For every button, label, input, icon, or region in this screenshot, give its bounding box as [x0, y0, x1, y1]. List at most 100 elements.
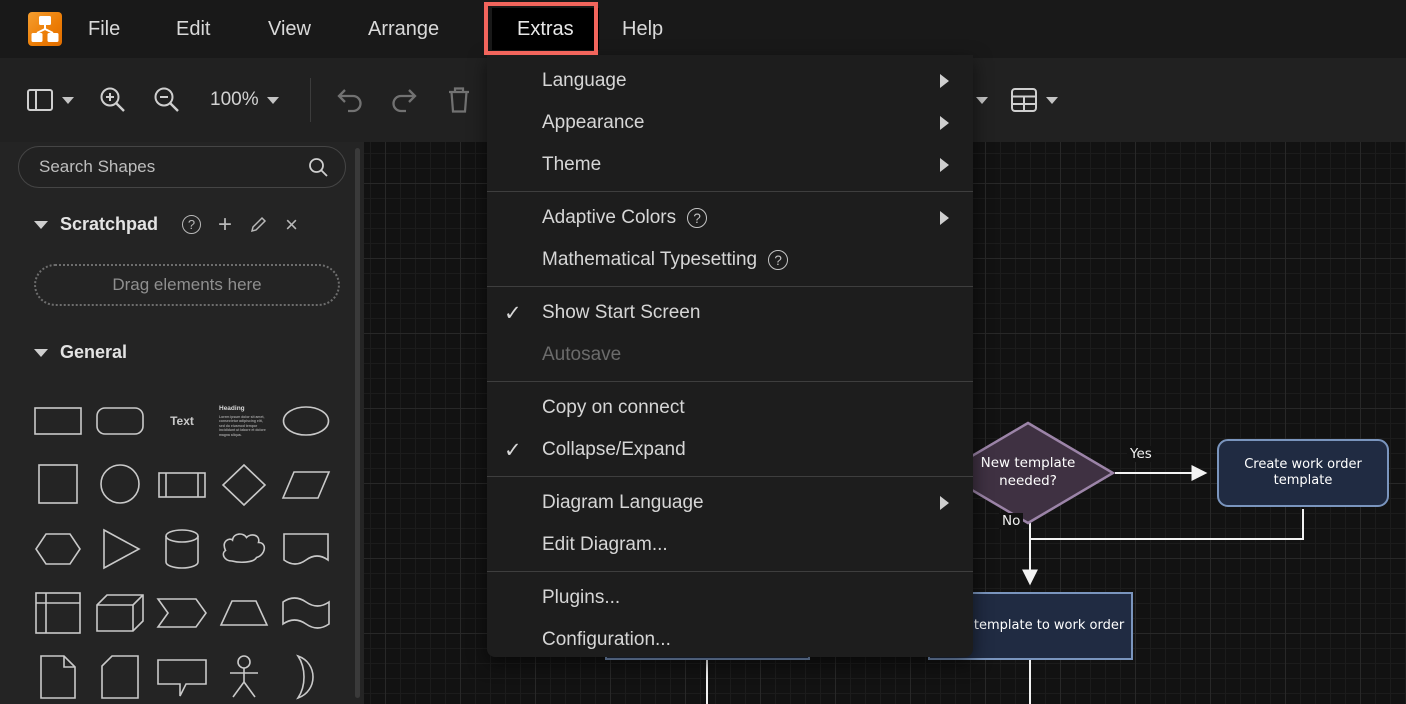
chevron-down-icon: [62, 97, 74, 104]
table-icon: [1010, 87, 1038, 113]
shape-document[interactable]: [275, 517, 337, 581]
sidebar-scrollbar[interactable]: [355, 148, 360, 698]
table-button[interactable]: [1010, 58, 1058, 142]
shape-trapezoid[interactable]: [213, 581, 275, 645]
help-icon: [768, 250, 788, 270]
submenu-arrow-icon: [940, 158, 949, 172]
shape-cylinder[interactable]: [151, 517, 213, 581]
menu-item-language[interactable]: Language: [487, 60, 973, 102]
drawio-logo[interactable]: [28, 12, 62, 46]
scratchpad-drop-area[interactable]: Drag elements here: [34, 264, 340, 306]
flowchart-node-create-work-order-template[interactable]: Create work order template: [1217, 439, 1389, 507]
edge-label-no: No: [999, 513, 1023, 529]
zoom-in-button[interactable]: [98, 58, 128, 142]
menu-extras[interactable]: Extras: [492, 8, 599, 50]
zoom-out-button[interactable]: [152, 58, 182, 142]
menu-item-edit-diagram[interactable]: Edit Diagram...: [487, 524, 973, 566]
shape-or[interactable]: [275, 645, 337, 704]
shape-note[interactable]: [27, 645, 89, 704]
shape-rounded-rectangle[interactable]: [89, 389, 151, 453]
shape-square[interactable]: [27, 453, 89, 517]
search-shapes-box: [18, 146, 346, 188]
shape-card[interactable]: [89, 645, 151, 704]
shape-ellipse[interactable]: [275, 389, 337, 453]
shape-cube[interactable]: [89, 581, 151, 645]
checkmark-icon: [504, 292, 522, 334]
menu-arrange[interactable]: Arrange: [368, 0, 439, 58]
zoom-in-icon: [98, 85, 128, 115]
collapse-caret-icon[interactable]: [34, 349, 48, 357]
shape-callout[interactable]: [151, 645, 213, 704]
shape-cloud[interactable]: [213, 517, 275, 581]
delete-icon: [446, 85, 472, 115]
menu-item-diagram-language[interactable]: Diagram Language: [487, 482, 973, 524]
zoom-level-dropdown[interactable]: 100%: [210, 58, 279, 142]
chevron-down-icon: [976, 97, 988, 104]
shape-internal-storage[interactable]: [27, 581, 89, 645]
search-input[interactable]: [39, 157, 307, 177]
delete-button[interactable]: [446, 58, 472, 142]
menu-item-copy-on-connect[interactable]: Copy on connect: [487, 387, 973, 429]
extras-dropdown-menu: Language Appearance Theme Adaptive Color…: [487, 55, 973, 657]
shape-parallelogram[interactable]: [275, 453, 337, 517]
menu-item-mathematical-typesetting[interactable]: Mathematical Typesetting: [487, 239, 973, 281]
submenu-arrow-icon: [940, 496, 949, 510]
menu-item-plugins[interactable]: Plugins...: [487, 577, 973, 619]
submenu-arrow-icon: [940, 116, 949, 130]
collapse-caret-icon[interactable]: [34, 221, 48, 229]
shapes-sidebar: Scratchpad + × Drag elements here Genera…: [0, 142, 364, 704]
shape-circle[interactable]: [89, 453, 151, 517]
chevron-down-icon: [1046, 97, 1058, 104]
shape-actor[interactable]: [213, 645, 275, 704]
drawio-logo-glyph: [28, 12, 62, 46]
undo-button[interactable]: [335, 58, 365, 142]
menu-file[interactable]: File: [88, 0, 120, 58]
scratchpad-hint: Drag elements here: [112, 275, 261, 295]
menu-divider: [487, 381, 973, 382]
shape-triangle[interactable]: [89, 517, 151, 581]
shape-hexagon[interactable]: [27, 517, 89, 581]
chevron-down-icon: [267, 97, 279, 104]
panel-toggle-button[interactable]: [26, 58, 74, 142]
submenu-arrow-icon: [940, 74, 949, 88]
general-shapes-grid: Text Heading Lorem ipsum dolor sit amet,…: [27, 389, 339, 704]
redo-icon: [389, 86, 419, 114]
shape-diamond[interactable]: [213, 453, 275, 517]
toolbar-separator: [310, 78, 311, 122]
edit-pencil-icon[interactable]: [249, 215, 268, 234]
edge-label-yes: Yes: [1127, 446, 1155, 462]
scratchpad-title: Scratchpad: [60, 214, 158, 235]
menu-edit[interactable]: Edit: [176, 0, 210, 58]
panel-toggle-icon: [26, 88, 54, 112]
close-icon[interactable]: ×: [285, 215, 298, 234]
menu-divider: [487, 476, 973, 477]
menu-item-appearance[interactable]: Appearance: [487, 102, 973, 144]
menu-item-configuration[interactable]: Configuration...: [487, 619, 973, 661]
menu-help[interactable]: Help: [622, 0, 663, 58]
help-icon[interactable]: [182, 215, 201, 234]
general-header: General: [34, 342, 127, 363]
menu-item-autosave: Autosave: [487, 334, 973, 376]
drawio-window: New template needed? Yes No Create work …: [0, 0, 1406, 704]
add-icon[interactable]: +: [218, 215, 232, 234]
shape-textbox[interactable]: Heading Lorem ipsum dolor sit amet, cons…: [213, 389, 275, 453]
menu-divider: [487, 286, 973, 287]
shape-step[interactable]: [151, 581, 213, 645]
menu-item-show-start-screen[interactable]: Show Start Screen: [487, 292, 973, 334]
zoom-out-icon: [152, 85, 182, 115]
shape-rectangle[interactable]: [27, 389, 89, 453]
menu-item-adaptive-colors[interactable]: Adaptive Colors: [487, 197, 973, 239]
menu-view[interactable]: View: [268, 0, 311, 58]
shape-tape[interactable]: [275, 581, 337, 645]
shape-process[interactable]: [151, 453, 213, 517]
menu-item-collapse-expand[interactable]: Collapse/Expand: [487, 429, 973, 471]
menu-divider: [487, 571, 973, 572]
menu-item-theme[interactable]: Theme: [487, 144, 973, 186]
redo-button[interactable]: [389, 58, 419, 142]
menubar: File Edit View Arrange Extras Help: [0, 0, 1406, 58]
scratchpad-header: Scratchpad + ×: [34, 214, 298, 235]
help-icon: [687, 208, 707, 228]
general-title: General: [60, 342, 127, 363]
node-label: Create work order template: [1219, 457, 1387, 490]
shape-text[interactable]: Text: [151, 389, 213, 453]
